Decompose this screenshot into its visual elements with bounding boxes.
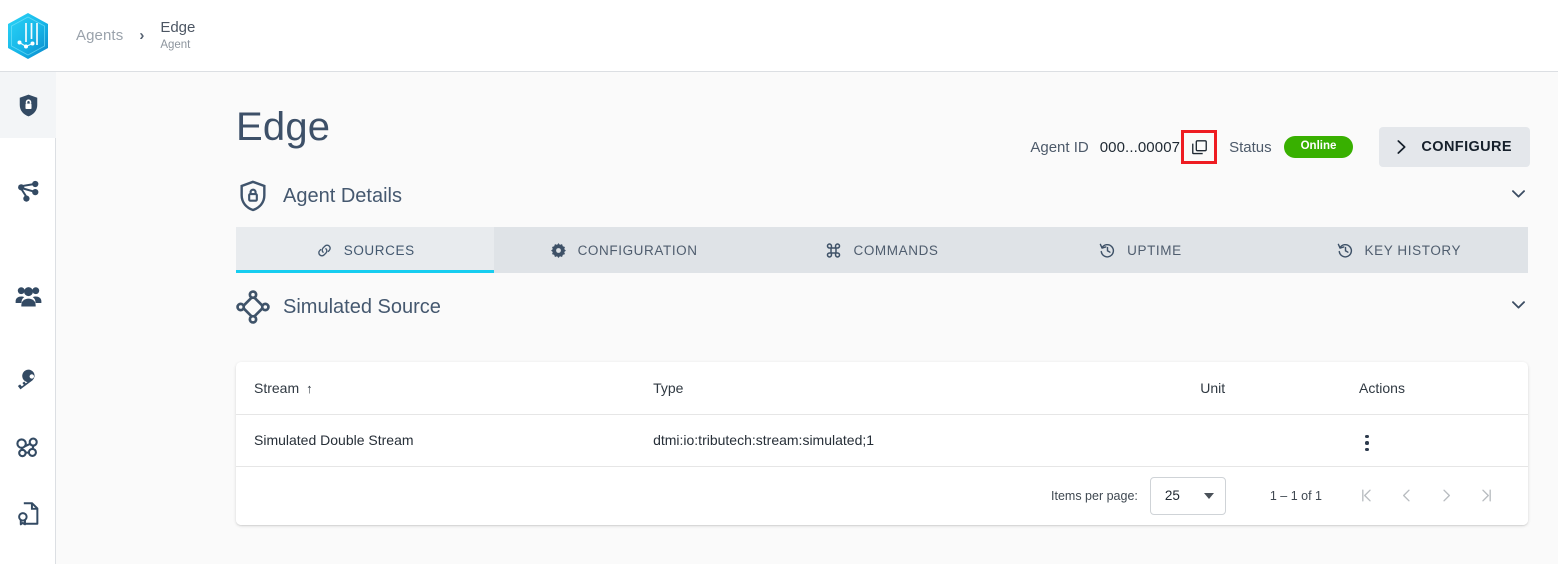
streams-table-body: Simulated Double Stream dtmi:io:tributec… (236, 414, 1528, 467)
tab-sources[interactable]: SOURCES (236, 227, 495, 273)
sidebar-item-keys[interactable] (0, 348, 56, 414)
status-badge: Online (1283, 135, 1354, 159)
sidebar-item-users[interactable] (0, 244, 56, 348)
page-title: Edge (236, 105, 331, 149)
breadcrumb: Agents › Edge Agent (56, 0, 195, 71)
copy-agent-id-button[interactable] (1181, 130, 1218, 164)
link-icon (317, 244, 331, 256)
more-vertical-icon (1365, 441, 1369, 445)
section-agent-details-toggle[interactable] (1509, 184, 1528, 208)
tab-commands-label: COMMANDS (853, 242, 939, 258)
shield-lock-outline-icon (240, 180, 266, 212)
tab-key-history[interactable]: KEY HISTORY (1270, 227, 1528, 273)
row-actions-menu-button[interactable] (1359, 431, 1375, 456)
prev-page-icon (1402, 489, 1410, 502)
first-page-button[interactable] (1346, 476, 1386, 516)
column-header-unit[interactable]: Unit (1200, 362, 1360, 415)
tab-key-history-label: KEY HISTORY (1364, 242, 1462, 258)
cell-unit (1200, 414, 1360, 467)
webhook-icon (16, 437, 38, 458)
sort-ascending-icon: ↑ (306, 380, 313, 396)
agent-id-value: 000...00007 (1099, 138, 1181, 156)
chevron-right-icon (1397, 140, 1406, 154)
tab-bar: SOURCES CONFIGURATION COMMANDS UPTIME KE… (236, 227, 1528, 273)
table-header-row: Stream ↑ Type Unit Actions (236, 362, 1528, 415)
app-logo[interactable] (0, 0, 56, 71)
section-agent-details[interactable]: Agent Details (236, 168, 1528, 224)
configure-button-label: CONFIGURE (1421, 139, 1512, 155)
copy-icon (1191, 139, 1207, 154)
page-header: Edge Agent ID 000...00007 Status Online … (56, 72, 1558, 168)
history-icon (1337, 243, 1352, 258)
breadcrumb-separator: › (139, 27, 145, 44)
main-content: Edge Agent ID 000...00007 Status Online … (56, 72, 1558, 564)
tab-uptime[interactable]: UPTIME (1011, 227, 1269, 273)
streams-table-card: Stream ↑ Type Unit Actions Simulated Doub… (236, 362, 1528, 525)
top-bar: Agents › Edge Agent (0, 0, 1558, 72)
column-header-actions: Actions (1359, 362, 1528, 415)
chevron-down-icon (1203, 492, 1214, 499)
breadcrumb-current-subtitle: Agent (160, 38, 191, 51)
breadcrumb-current-title: Edge (160, 19, 196, 37)
more-vertical-icon (1365, 447, 1369, 451)
section-simulated-source-title: Simulated Source (283, 295, 441, 318)
more-vertical-icon (1365, 434, 1369, 438)
tab-configuration-label: CONFIGURATION (577, 242, 698, 258)
next-page-icon (1442, 489, 1450, 502)
previous-page-button[interactable] (1386, 476, 1426, 516)
share-network-icon (17, 180, 38, 202)
breadcrumb-current: Edge Agent (160, 19, 195, 51)
last-page-button[interactable] (1466, 476, 1506, 516)
column-header-stream-label: Stream (254, 379, 300, 396)
certificate-document-icon (17, 501, 38, 525)
cell-stream: Simulated Double Stream (236, 414, 654, 467)
shield-lock-icon (19, 94, 37, 116)
next-page-button[interactable] (1426, 476, 1466, 516)
agent-id-label: Agent ID (1030, 138, 1089, 156)
sidebar-item-certificates[interactable] (0, 480, 56, 546)
command-icon (827, 242, 841, 258)
chevron-down-icon (1512, 190, 1525, 198)
section-simulated-source-toggle[interactable] (1509, 295, 1528, 319)
table-row[interactable]: Simulated Double Stream dtmi:io:tributec… (236, 414, 1528, 467)
section-agent-details-title: Agent Details (283, 184, 402, 207)
streams-table-head: Stream ↑ Type Unit Actions (236, 362, 1528, 415)
cell-type: dtmi:io:tributech:stream:simulated;1 (653, 414, 1201, 467)
cell-actions (1359, 414, 1528, 467)
gear-icon (550, 242, 566, 258)
items-per-page-label: Items per page: (1051, 488, 1138, 503)
column-header-type[interactable]: Type (653, 362, 1201, 415)
section-simulated-source[interactable]: Simulated Source (236, 273, 1528, 341)
history-icon (1099, 243, 1115, 258)
first-page-icon (1361, 489, 1371, 502)
items-per-page-select[interactable]: 25 (1149, 476, 1226, 515)
people-icon (15, 286, 41, 306)
items-per-page-value: 25 (1164, 488, 1180, 503)
breadcrumb-agents-link[interactable]: Agents (76, 27, 123, 44)
tab-uptime-label: UPTIME (1127, 242, 1182, 258)
pagination-range-label: 1 – 1 of 1 (1269, 488, 1322, 503)
tab-sources-label: SOURCES (343, 242, 415, 258)
chevron-down-icon (1512, 301, 1525, 309)
last-page-icon (1481, 489, 1491, 502)
tributech-logo-icon (8, 12, 48, 59)
left-sidebar (0, 72, 56, 564)
sidebar-item-agents[interactable] (0, 72, 56, 138)
column-header-stream[interactable]: Stream ↑ (236, 362, 654, 415)
key-icon (17, 369, 35, 389)
sidebar-item-twins[interactable] (0, 138, 56, 244)
configure-button[interactable]: CONFIGURE (1379, 127, 1530, 167)
tab-commands[interactable]: COMMANDS (753, 227, 1011, 273)
status-label: Status (1229, 138, 1272, 156)
table-paginator: Items per page: 25 1 – 1 of 1 (236, 466, 1528, 525)
page-header-actions: Agent ID 000...00007 Status Online CONFI… (1030, 127, 1530, 167)
tab-configuration[interactable]: CONFIGURATION (494, 227, 752, 273)
sidebar-item-webhooks[interactable] (0, 414, 56, 480)
diamond-nodes-icon (236, 290, 270, 324)
streams-table: Stream ↑ Type Unit Actions Simulated Doub… (236, 362, 1528, 467)
